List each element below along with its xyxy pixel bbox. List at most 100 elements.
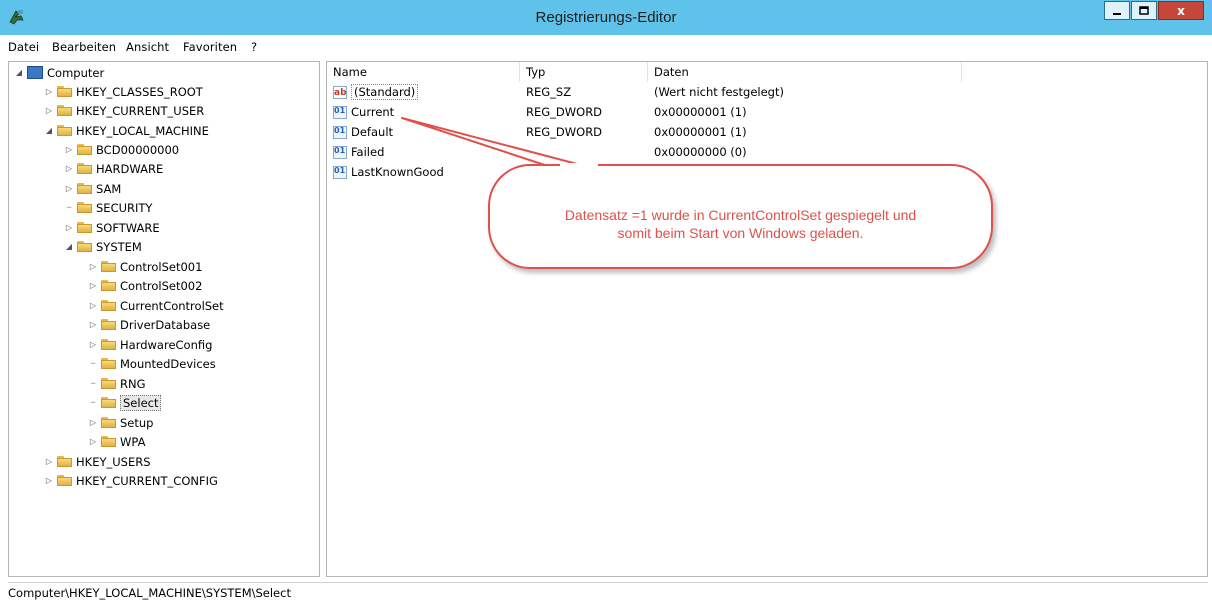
- tree-item-label: HKEY_LOCAL_MACHINE: [76, 123, 209, 138]
- callout-bubble: Datensatz =1 wurde in CurrentControlSet …: [488, 164, 993, 269]
- tree-item-sam[interactable]: ▷ SAM: [63, 179, 121, 198]
- collapsed-twisty-icon[interactable]: ▷: [63, 145, 75, 154]
- tree-item-software[interactable]: ▷ SOFTWARE: [63, 218, 160, 237]
- callout-line-2: somit beim Start von Windows geladen.: [617, 225, 864, 241]
- tree-item-label: RNG: [120, 376, 146, 391]
- collapsed-twisty-icon[interactable]: ▷: [43, 106, 55, 115]
- tree-item-driverdatabase[interactable]: ▷ DriverDatabase: [87, 315, 210, 334]
- tree-item-hkey-classes-root[interactable]: ▷ HKEY_CLASSES_ROOT: [43, 82, 203, 101]
- folder-icon: [77, 163, 92, 174]
- tree-item-hkey-users[interactable]: ▷ HKEY_USERS: [43, 452, 151, 471]
- menu-favoriten[interactable]: Favoriten: [183, 40, 237, 54]
- collapsed-twisty-icon[interactable]: ▷: [43, 87, 55, 96]
- dword-value-icon: 011: [333, 126, 347, 139]
- menu-help[interactable]: ?: [251, 40, 257, 54]
- menu-bar: Datei Bearbeiten Ansicht Favoriten ?: [0, 35, 1212, 59]
- computer-icon: [27, 66, 43, 79]
- menu-bearbeiten[interactable]: Bearbeiten: [52, 40, 116, 54]
- expanded-twisty-icon[interactable]: ◢: [43, 126, 55, 135]
- value-name: Failed: [351, 145, 385, 159]
- collapsed-twisty-icon[interactable]: ▷: [87, 281, 99, 290]
- value-row-failed[interactable]: 011 Failed 0x00000000 (0): [327, 143, 1207, 163]
- tree-item-hardwareconfig[interactable]: ▷ HardwareConfig: [87, 335, 213, 354]
- collapsed-twisty-icon[interactable]: ▷: [63, 164, 75, 173]
- minimize-button[interactable]: [1104, 1, 1130, 20]
- tree-item-label: HKEY_CURRENT_USER: [76, 103, 205, 118]
- values-pane[interactable]: Name Typ Daten ab (Standard) REG_SZ (Wer…: [326, 61, 1208, 577]
- folder-icon: [101, 358, 116, 369]
- value-data: 0x00000000 (0): [654, 145, 747, 159]
- tree-item-computer[interactable]: ◢ Computer: [13, 63, 104, 82]
- collapsed-twisty-icon[interactable]: ▷: [43, 476, 55, 485]
- column-header-data[interactable]: Daten: [648, 62, 962, 82]
- folder-icon: [101, 319, 116, 330]
- tree-item-hkey-local-machine[interactable]: ◢ HKEY_LOCAL_MACHINE: [43, 121, 209, 140]
- folder-icon: [101, 378, 116, 389]
- tree-item-label: CurrentControlSet: [120, 298, 224, 313]
- tree-item-rng[interactable]: ┈ RNG: [87, 374, 146, 393]
- collapsed-twisty-icon[interactable]: ▷: [43, 457, 55, 466]
- folder-icon: [77, 183, 92, 194]
- tree-item-label: Computer: [47, 65, 105, 80]
- tree-item-hkey-current-user[interactable]: ▷ HKEY_CURRENT_USER: [43, 101, 204, 120]
- maximize-button[interactable]: [1131, 1, 1157, 20]
- tree-connector: ┈: [90, 398, 96, 407]
- minimize-icon: [1113, 12, 1121, 15]
- value-name: (Standard): [351, 84, 419, 100]
- collapsed-twisty-icon[interactable]: ▷: [63, 184, 75, 193]
- value-row-current[interactable]: 011 Current REG_DWORD 0x00000001 (1): [327, 103, 1207, 123]
- value-data: 0x00000001 (1): [654, 125, 747, 139]
- tree-item-hardware[interactable]: ▷ HARDWARE: [63, 159, 163, 178]
- collapsed-twisty-icon[interactable]: ▷: [87, 418, 99, 427]
- folder-icon: [77, 241, 92, 252]
- tree-item-hkey-current-config[interactable]: ▷ HKEY_CURRENT_CONFIG: [43, 471, 218, 490]
- tree-item-currentcontrolset[interactable]: ▷ CurrentControlSet: [87, 296, 224, 315]
- value-type: REG_DWORD: [526, 125, 603, 139]
- tree-item-select[interactable]: ┈ Select: [87, 393, 162, 412]
- tree-item-security[interactable]: ┈ SECURITY: [63, 198, 153, 217]
- value-row-standard[interactable]: ab (Standard) REG_SZ (Wert nicht festgel…: [327, 83, 1207, 103]
- tree-item-label: SYSTEM: [96, 239, 142, 254]
- tree-item-label: SECURITY: [96, 200, 153, 215]
- status-path: Computer\HKEY_LOCAL_MACHINE\SYSTEM\Selec…: [8, 586, 291, 600]
- callout-line-1: Datensatz =1 wurde in CurrentControlSet …: [564, 207, 917, 223]
- tree-item-label: HKEY_CLASSES_ROOT: [76, 84, 203, 99]
- tree-item-label: SOFTWARE: [96, 220, 160, 235]
- tree-item-wpa[interactable]: ▷ WPA: [87, 432, 146, 451]
- tree-item-mounteddevices[interactable]: ┈ MountedDevices: [87, 354, 216, 373]
- folder-icon: [57, 475, 72, 486]
- collapsed-twisty-icon[interactable]: ▷: [87, 262, 99, 271]
- collapsed-twisty-icon[interactable]: ▷: [87, 301, 99, 310]
- tree-item-label: ControlSet001: [120, 259, 203, 274]
- folder-open-icon: [101, 397, 116, 408]
- collapsed-twisty-icon[interactable]: ▷: [87, 340, 99, 349]
- folder-icon: [77, 202, 92, 213]
- value-data: 0x00000001 (1): [654, 105, 747, 119]
- tree-item-controlset001[interactable]: ▷ ControlSet001: [87, 257, 202, 276]
- window-title: Registrierungs-Editor: [535, 9, 677, 26]
- column-header-type[interactable]: Typ: [520, 62, 648, 82]
- key-tree-pane[interactable]: ◢ Computer ▷ HKEY_CLASSES_ROOT ▷ HKEY_CU…: [8, 61, 320, 577]
- column-header-name[interactable]: Name: [327, 62, 520, 82]
- status-bar: Computer\HKEY_LOCAL_MACHINE\SYSTEM\Selec…: [8, 582, 1208, 603]
- value-type: REG_DWORD: [526, 105, 603, 119]
- tree-item-system[interactable]: ◢ SYSTEM: [63, 237, 142, 256]
- tree-item-label: HKEY_CURRENT_CONFIG: [76, 473, 218, 488]
- expanded-twisty-icon[interactable]: ◢: [63, 242, 75, 251]
- menu-ansicht[interactable]: Ansicht: [126, 40, 169, 54]
- value-row-default[interactable]: 011 Default REG_DWORD 0x00000001 (1): [327, 123, 1207, 143]
- tree-item-bcd[interactable]: ▷ BCD00000000: [63, 140, 179, 159]
- expanded-twisty-icon[interactable]: ◢: [13, 68, 25, 77]
- collapsed-twisty-icon[interactable]: ▷: [87, 437, 99, 446]
- collapsed-twisty-icon[interactable]: ▷: [63, 223, 75, 232]
- menu-datei[interactable]: Datei: [8, 40, 39, 54]
- tree-item-setup[interactable]: ▷ Setup: [87, 413, 154, 432]
- collapsed-twisty-icon[interactable]: ▷: [87, 320, 99, 329]
- maximize-icon: [1139, 5, 1149, 15]
- tree-item-controlset002[interactable]: ▷ ControlSet002: [87, 276, 202, 295]
- tree-item-label: Select: [120, 394, 162, 411]
- folder-icon: [101, 261, 116, 272]
- folder-icon: [101, 280, 116, 291]
- tree-item-label: DriverDatabase: [120, 317, 211, 332]
- close-button[interactable]: x: [1158, 1, 1204, 20]
